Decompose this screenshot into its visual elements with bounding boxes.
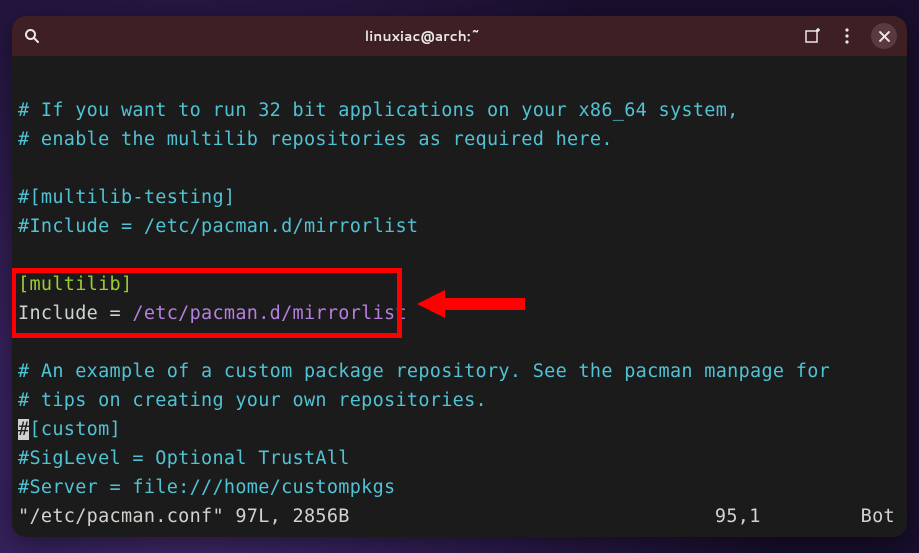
menu-icon[interactable] [837, 26, 857, 46]
editor-line: #[multilib-testing] [18, 183, 901, 212]
editor-line: #SigLevel = Optional TrustAll [18, 444, 901, 473]
terminal-window: linuxiac@arch:~ # If you want to run 32 … [12, 16, 907, 537]
editor-line: #[custom] [18, 415, 901, 444]
search-icon[interactable] [22, 26, 42, 46]
status-location: Bot [861, 502, 901, 531]
status-filename: "/etc/pacman.conf" 97L, 2856B [18, 502, 350, 531]
new-tab-icon[interactable] [803, 26, 823, 46]
titlebar: linuxiac@arch:~ [12, 16, 907, 56]
window-title: linuxiac@arch:~ [42, 26, 803, 46]
include-key: Include [18, 303, 98, 324]
editor-line: # If you want to run 32 bit applications… [18, 96, 901, 125]
editor-line: [multilib] [18, 270, 901, 299]
editor-line: # tips on creating your own repositories… [18, 386, 901, 415]
editor-line [18, 241, 901, 270]
editor-line [18, 154, 901, 183]
editor-line: # enable the multilib repositories as re… [18, 125, 901, 154]
editor-line: #Server = file:///home/custompkgs [18, 473, 901, 502]
section-multilib: [multilib] [18, 274, 132, 295]
editor-line: # An example of a custom package reposit… [18, 357, 901, 386]
editor-line: Include = /etc/pacman.d/mirrorlist [18, 299, 901, 328]
status-position: 95,1 [715, 502, 861, 531]
editor-line [18, 328, 901, 357]
terminal-body[interactable]: # If you want to run 32 bit applications… [12, 56, 907, 537]
vim-status-line: "/etc/pacman.conf" 97L, 2856B 95,1 Bot [18, 502, 901, 531]
close-button[interactable] [871, 23, 897, 49]
editor-line: #Include = /etc/pacman.d/mirrorlist [18, 212, 901, 241]
mirrorlist-path: /etc/pacman.d/mirrorlist [132, 303, 407, 324]
cursor: # [18, 419, 29, 440]
